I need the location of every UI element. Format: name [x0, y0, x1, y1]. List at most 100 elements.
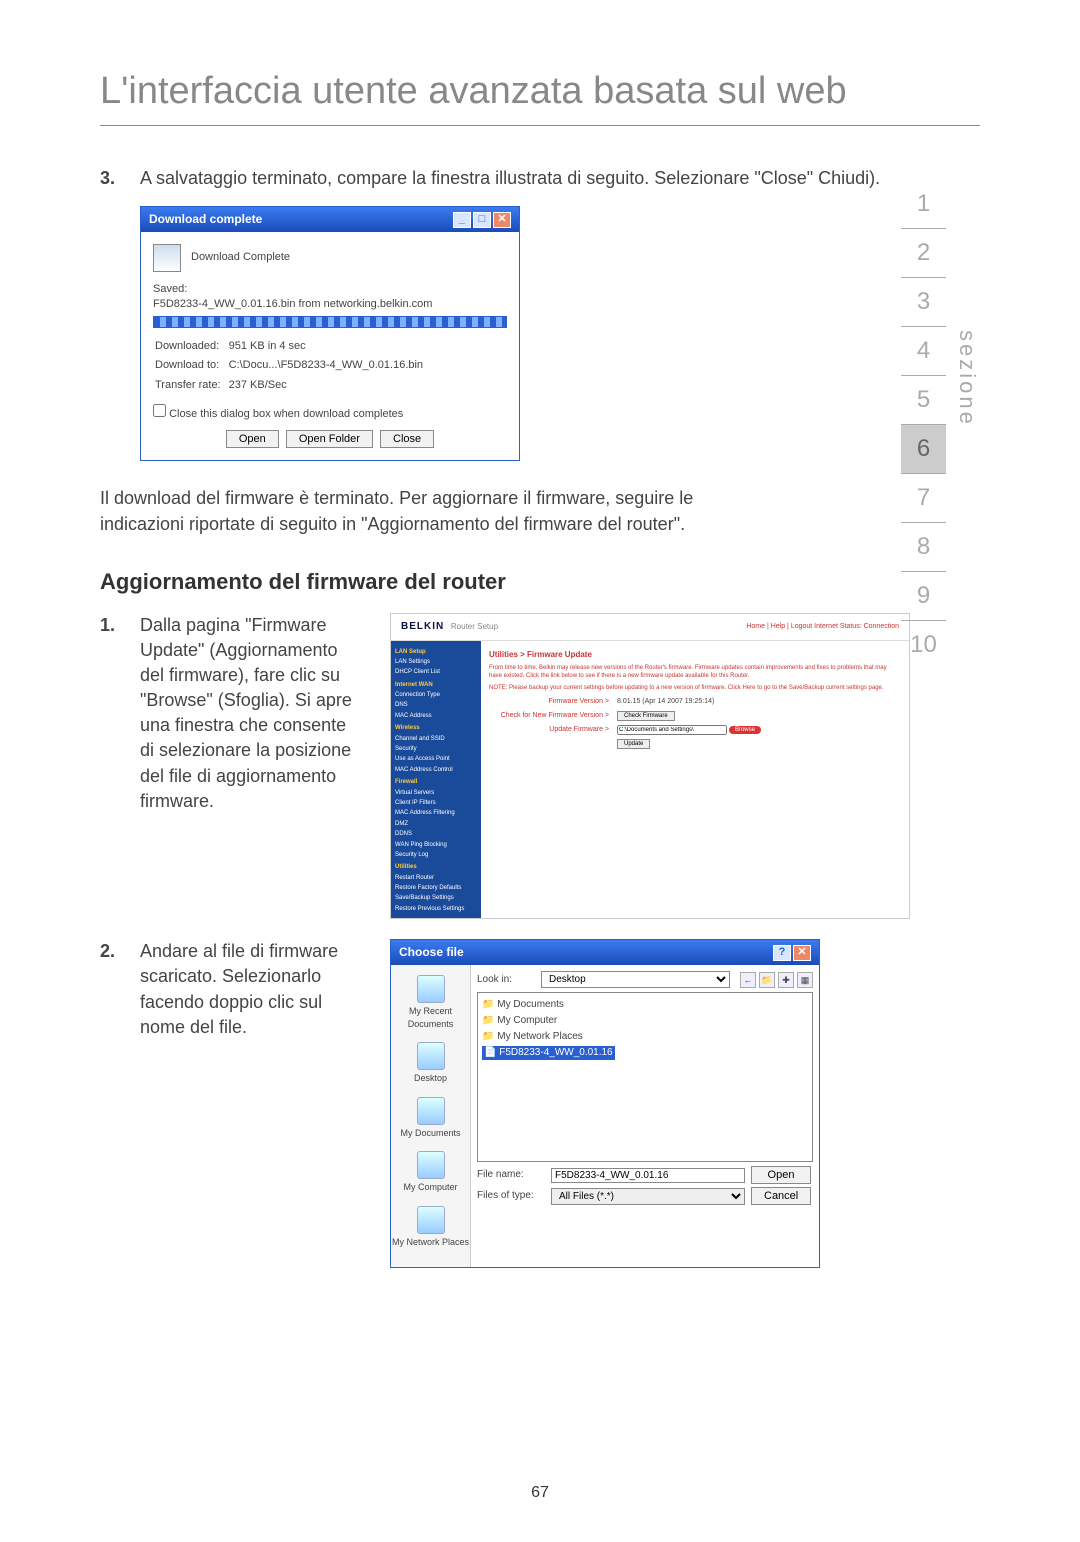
place-item[interactable]: My Recent Documents — [391, 975, 470, 1030]
belkin-router-screenshot: BELKIN Router Setup Home | Help | Logout… — [390, 613, 910, 920]
close-icon[interactable]: ✕ — [493, 212, 511, 228]
update-fw-label: Update Firmware > — [489, 725, 609, 735]
section-nav-8[interactable]: 8 — [901, 523, 946, 572]
download-info-table: Downloaded:951 KB in 4 secDownload to:C:… — [153, 336, 431, 396]
sidebar-item[interactable]: DMZ — [395, 819, 477, 829]
download-complete-dialog: Download complete _ □ ✕ Download Complet… — [140, 206, 520, 461]
sidebar-item[interactable]: DHCP Client List — [395, 667, 477, 677]
place-item[interactable]: My Documents — [391, 1097, 470, 1140]
file-list[interactable]: My DocumentsMy ComputerMy Network Places… — [477, 992, 813, 1162]
open-folder-button[interactable]: Open Folder — [286, 430, 373, 448]
sidebar-head: LAN Setup — [395, 645, 477, 657]
download-heading: Download Complete — [191, 250, 290, 265]
check-firmware-button[interactable]: Check Firmware — [617, 711, 675, 721]
belkin-logo: BELKIN — [401, 621, 444, 632]
section-nav-9[interactable]: 9 — [901, 572, 946, 621]
cancel-button[interactable]: Cancel — [751, 1187, 811, 1205]
up-icon[interactable]: 📁 — [759, 972, 775, 988]
sidebar-item[interactable]: MAC Address Control — [395, 765, 477, 775]
maximize-icon[interactable]: □ — [473, 212, 491, 228]
open-button[interactable]: Open — [751, 1166, 811, 1184]
sidebar-item[interactable]: DNS — [395, 700, 477, 710]
step-2: 2. Andare al file di firmware scaricato.… — [100, 939, 360, 1252]
new-folder-icon[interactable]: ✚ — [778, 972, 794, 988]
close-when-done-checkbox[interactable]: Close this dialog box when download comp… — [153, 404, 507, 422]
section-label: sezione — [954, 330, 980, 427]
section-nav-3[interactable]: 3 — [901, 278, 946, 327]
fw-version-label: Firmware Version > — [489, 697, 609, 707]
list-item[interactable]: My Computer — [482, 1013, 808, 1029]
places-bar[interactable]: My Recent Documents Desktop My Documents My… — [391, 965, 471, 1267]
place-icon — [417, 1206, 445, 1234]
router-setup-label: Router Setup — [451, 622, 498, 631]
section-nav-5[interactable]: 5 — [901, 376, 946, 425]
section-nav-4[interactable]: 4 — [901, 327, 946, 376]
file-name-input[interactable] — [551, 1168, 745, 1183]
sidebar-item[interactable]: Channel and SSID — [395, 734, 477, 744]
section-nav-7[interactable]: 7 — [901, 474, 946, 523]
dialog-titlebar: Download complete _ □ ✕ — [141, 207, 519, 232]
open-button[interactable]: Open — [226, 430, 279, 448]
firmware-path-input[interactable] — [617, 725, 727, 735]
sidebar-item[interactable]: Security — [395, 744, 477, 754]
browse-button[interactable]: Browse — [729, 726, 761, 734]
info-label: Transfer rate: — [155, 377, 227, 394]
list-item[interactable]: 📄 F5D8233-4_WW_0.01.16 — [482, 1045, 808, 1061]
belkin-sidebar[interactable]: LAN SetupLAN SettingsDHCP Client ListInt… — [391, 641, 481, 919]
page-title: L'interfaccia utente avanzata basata sul… — [100, 0, 980, 126]
update-button[interactable]: Update — [617, 739, 650, 749]
sidebar-item[interactable]: Save/Backup Settings — [395, 893, 477, 903]
sidebar-item[interactable]: Restore Factory Defaults — [395, 883, 477, 893]
place-icon — [417, 1151, 445, 1179]
sidebar-item[interactable]: MAC Address Filtering — [395, 808, 477, 818]
choose-file-titlebar: Choose file ? ✕ — [391, 940, 819, 965]
sidebar-item[interactable]: LAN Settings — [395, 657, 477, 667]
sidebar-item[interactable]: DDNS — [395, 829, 477, 839]
sidebar-head: Utilities — [395, 860, 477, 872]
close-button[interactable]: Close — [380, 430, 434, 448]
help-icon[interactable]: ? — [773, 945, 791, 961]
sidebar-item[interactable]: Restart Router — [395, 873, 477, 883]
fw-version-value: 8.01.15 (Apr 14 2007 19:25:14) — [617, 697, 714, 707]
place-item[interactable]: My Computer — [391, 1151, 470, 1194]
list-item[interactable]: My Documents — [482, 997, 808, 1013]
place-icon — [417, 1042, 445, 1070]
sidebar-item[interactable]: Connection Type — [395, 690, 477, 700]
section-nav-1[interactable]: 1 — [901, 180, 946, 229]
file-name-label: File name: — [477, 1168, 547, 1182]
info-label: Download to: — [155, 357, 227, 374]
views-icon[interactable]: ▦ — [797, 972, 813, 988]
section-nav-2[interactable]: 2 — [901, 229, 946, 278]
place-icon — [417, 975, 445, 1003]
place-item[interactable]: My Network Places — [391, 1206, 470, 1249]
step-2-text: Andare al file di firmware scaricato. Se… — [140, 939, 360, 1252]
check-fw-label: Check for New Firmware Version > — [489, 711, 609, 721]
list-item[interactable]: My Network Places — [482, 1029, 808, 1045]
sidebar-head: Internet WAN — [395, 678, 477, 690]
choose-file-title-text: Choose file — [399, 944, 464, 961]
sidebar-item[interactable]: MAC Address — [395, 711, 477, 721]
sidebar-item[interactable]: Virtual Servers — [395, 788, 477, 798]
close-icon[interactable]: ✕ — [793, 945, 811, 961]
info-value: 951 KB in 4 sec — [229, 338, 429, 355]
belkin-note-2: NOTE: Please backup your current setting… — [489, 684, 901, 692]
section-nav-10[interactable]: 10 — [901, 621, 946, 669]
place-item[interactable]: Desktop — [391, 1042, 470, 1085]
step-1-number: 1. — [100, 613, 140, 905]
step-3: 3. A salvataggio terminato, compare la f… — [100, 166, 980, 191]
belkin-header-links[interactable]: Home | Help | Logout Internet Status: Co… — [746, 622, 899, 632]
look-in-select[interactable]: Desktop — [541, 971, 730, 988]
sidebar-item[interactable]: WAN Ping Blocking — [395, 840, 477, 850]
minimize-icon[interactable]: _ — [453, 212, 471, 228]
sidebar-item[interactable]: Security Log — [395, 850, 477, 860]
sidebar-item[interactable]: Client IP Filters — [395, 798, 477, 808]
file-type-select[interactable]: All Files (*.*) — [551, 1188, 745, 1205]
sidebar-item[interactable]: Use as Access Point — [395, 754, 477, 764]
step-1-text: Dalla pagina "Firmware Update" (Aggiorna… — [140, 613, 360, 905]
back-icon[interactable]: ← — [740, 972, 756, 988]
file-type-label: Files of type: — [477, 1189, 547, 1203]
sidebar-item[interactable]: Restore Previous Settings — [395, 904, 477, 914]
info-label: Downloaded: — [155, 338, 227, 355]
choose-file-dialog: Choose file ? ✕ My Recent Documents Deskt… — [390, 939, 820, 1267]
section-nav-6[interactable]: 6 — [901, 425, 946, 474]
